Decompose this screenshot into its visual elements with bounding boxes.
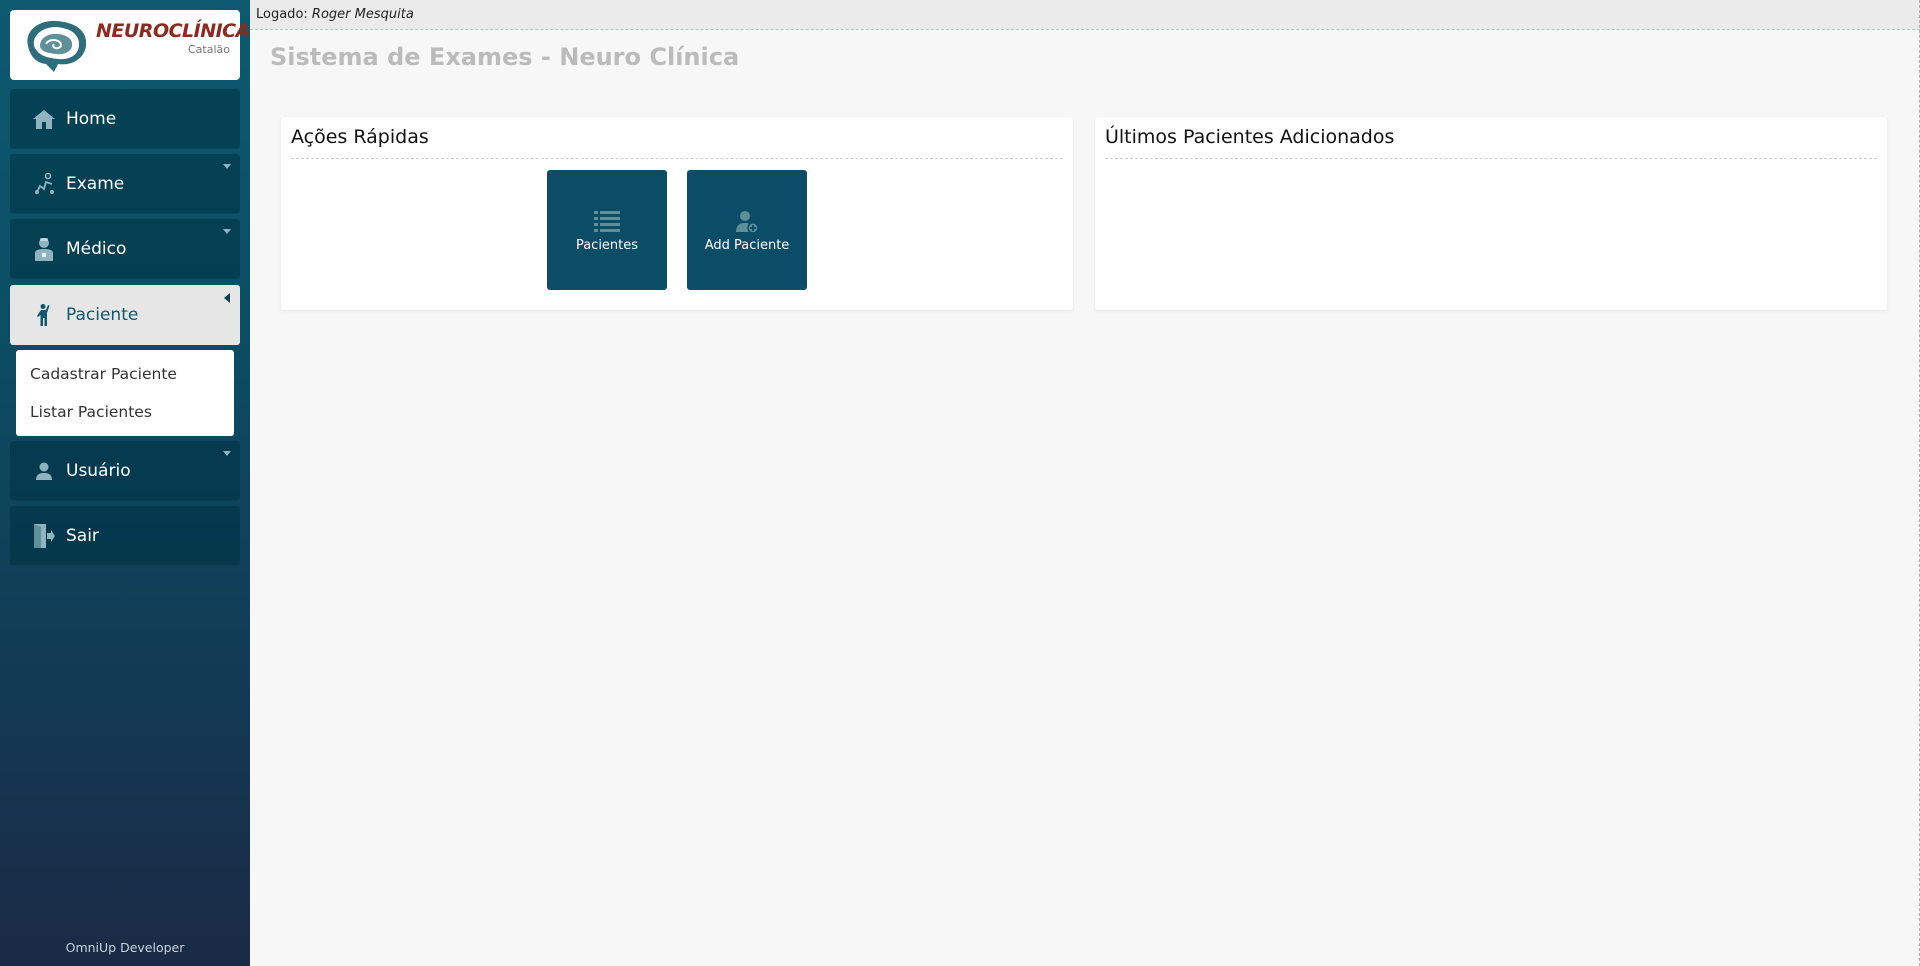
sidebar-item-label: Home [66, 109, 117, 129]
doctor-icon [32, 237, 56, 261]
recent-patients-panel: Últimos Pacientes Adicionados [1095, 117, 1887, 310]
footer-credit: OmniUp Developer [65, 940, 185, 955]
quick-actions-title: Ações Rápidas [291, 125, 1063, 159]
sidebar-item-sair[interactable]: Sair [10, 506, 240, 566]
brand-subtitle: Catalão [187, 43, 230, 56]
logged-user-name: Roger Mesquita [311, 7, 414, 22]
tile-label: Pacientes [575, 238, 639, 253]
home-icon [32, 107, 56, 131]
page-title: Sistema de Exames - Neuro Clínica [270, 43, 740, 71]
sidebar: NEUROCLÍNICA Catalão Home Exame Médico P… [0, 0, 250, 966]
exam-icon [32, 172, 56, 196]
patient-icon [32, 303, 56, 327]
sidebar-item-home[interactable]: Home [10, 89, 240, 149]
add-patient-icon [687, 210, 807, 234]
pacientes-tile-button[interactable]: Pacientes [547, 170, 667, 290]
logout-icon [32, 524, 56, 548]
sidebar-item-exame[interactable]: Exame [10, 154, 240, 214]
brain-logo-icon [27, 20, 87, 72]
chevron-down-icon [223, 164, 231, 169]
add-paciente-tile-button[interactable]: Add Paciente [687, 170, 807, 290]
sidebar-item-usuario[interactable]: Usuário [10, 441, 240, 501]
sidebar-item-label: Exame [66, 174, 125, 194]
chevron-down-icon [223, 451, 231, 456]
sidebar-item-label: Médico [66, 239, 127, 259]
tile-label: Add Paciente [704, 238, 790, 253]
sidebar-item-medico[interactable]: Médico [10, 219, 240, 279]
user-icon [32, 459, 56, 483]
sidebar-item-label: Usuário [66, 461, 131, 481]
logged-label: Logado: [256, 7, 308, 22]
recent-patients-title: Últimos Pacientes Adicionados [1105, 125, 1877, 159]
chevron-down-icon [223, 229, 231, 234]
submenu-item-listar-pacientes[interactable]: Listar Pacientes [16, 400, 234, 438]
quick-actions-panel: Ações Rápidas [281, 117, 1073, 310]
sidebar-item-label: Paciente [66, 305, 139, 325]
topbar: Logado: Roger Mesquita [250, 0, 1920, 30]
list-icon [547, 210, 667, 234]
submenu-item-cadastrar-paciente[interactable]: Cadastrar Paciente [16, 362, 234, 400]
chevron-left-icon [224, 293, 230, 303]
sidebar-item-paciente[interactable]: Paciente [10, 285, 240, 345]
paciente-submenu: Cadastrar Paciente Listar Pacientes [16, 350, 234, 436]
brand-name: NEUROCLÍNICA [96, 20, 250, 42]
sidebar-item-label: Sair [66, 526, 99, 546]
logo[interactable]: NEUROCLÍNICA Catalão [10, 10, 250, 80]
